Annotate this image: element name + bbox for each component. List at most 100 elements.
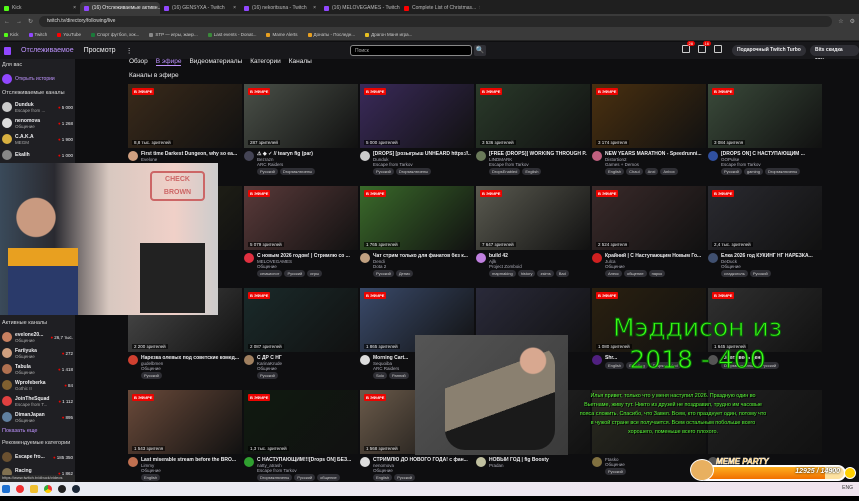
close-tab-icon[interactable]: × xyxy=(479,5,480,11)
channel-avatar[interactable] xyxy=(476,151,486,161)
category-link[interactable]: Общение xyxy=(373,468,471,473)
channel-avatar[interactable] xyxy=(360,151,370,161)
tag-pill[interactable]: English xyxy=(605,168,625,175)
channel-avatar[interactable] xyxy=(244,253,254,263)
stream-thumbnail[interactable]: В ЭФИРЕ 1 765 зрителей xyxy=(360,186,474,250)
browser-tab[interactable]: Complete List of Christmas...× xyxy=(400,2,480,14)
steam-icon[interactable] xyxy=(72,485,80,493)
tag-pill[interactable]: history xyxy=(517,270,536,277)
extensions-icon[interactable]: ⚙ xyxy=(850,18,855,25)
browser-tab[interactable]: Kick × xyxy=(0,2,80,14)
tag-pill[interactable]: игры xyxy=(307,270,323,277)
category-link[interactable]: Dota 2 xyxy=(373,264,471,269)
tag-pill[interactable]: Русский xyxy=(605,468,626,475)
stream-title[interactable]: Чат стрим только для фанатов без к... xyxy=(373,253,471,259)
sidebar-channel[interactable]: DimanJapanОбщение 895 xyxy=(0,409,75,425)
tab-4[interactable]: Каналы xyxy=(289,58,312,66)
tag-pill[interactable]: Русский xyxy=(394,474,415,481)
category-link[interactable]: Games + Demos xyxy=(605,162,703,167)
tag-pill[interactable]: Русский xyxy=(721,168,742,175)
sidebar-channel[interactable]: Ekalih 1 000 xyxy=(0,147,75,163)
sidebar-channel[interactable]: FariiyukaОбщение 272 xyxy=(0,345,75,361)
channel-avatar[interactable] xyxy=(708,151,718,161)
category-link[interactable]: Escape from Tarkov xyxy=(489,162,587,167)
channel-avatar[interactable] xyxy=(244,355,254,365)
sidebar-channel[interactable]: C.A.K.AMEGM 1 900 xyxy=(0,131,75,147)
category-link[interactable]: Escape from Tarkov xyxy=(257,468,355,473)
stream-thumbnail[interactable]: В ЭФИРЕ 5 000 зрителей xyxy=(360,84,474,148)
stream-card[interactable]: В ЭФИРЕ 3 084 зрителя [DROPS ON] С НАСТУПА… xyxy=(708,84,822,186)
back-icon[interactable]: ← xyxy=(4,19,10,25)
stream-thumbnail[interactable]: В ЭФИРЕ 5 079 зрителей xyxy=(244,186,358,250)
search-input[interactable]: Поиск xyxy=(350,45,472,56)
channel-avatar[interactable] xyxy=(360,457,370,467)
stream-thumbnail[interactable]: В ЭФИРЕ 3 084 зрителя xyxy=(708,84,822,148)
stream-thumbnail[interactable]: В ЭФИРЕ 1,3 тыс. зрителей xyxy=(244,390,358,454)
notifications-icon[interactable]: 28 xyxy=(682,41,695,53)
nav-following[interactable]: Отслеживаемое xyxy=(21,47,74,54)
stream-card[interactable]: В ЭФИРЕ 3 174 зрителя NEW YEARS MARATHON -… xyxy=(592,84,706,186)
channel-avatar[interactable] xyxy=(360,253,370,263)
bookmark-item[interactable]: Twitch xyxy=(28,32,47,37)
chrome-icon[interactable] xyxy=(44,485,52,493)
stream-thumbnail[interactable]: В ЭФИРЕ 8,8 тыс. зрителей xyxy=(128,84,242,148)
tag-pill[interactable]: Русский xyxy=(141,372,162,379)
turbo-gift-button[interactable]: Подарочный Twitch Turbo xyxy=(732,45,806,56)
channel-avatar[interactable] xyxy=(128,457,138,467)
sidebar-channel[interactable]: Escape fro... 185 350 xyxy=(0,449,75,465)
browser-tab[interactable]: (16) nekoritsuna - Twitch × xyxy=(240,2,320,14)
tag-pill[interactable]: Русский xyxy=(257,372,278,379)
tag-pill[interactable]: Русский xyxy=(294,474,316,481)
channel-avatar[interactable] xyxy=(592,457,602,467)
tag-pill[interactable]: нарко xyxy=(648,270,666,277)
sidebar-channel[interactable]: TabulaОбщение 1 418 xyxy=(0,361,75,377)
stream-title[interactable]: Крайний | С Наступающим Новым Го... xyxy=(605,253,703,259)
stream-thumbnail[interactable]: В ЭФИРЕ 3 536 зрителей xyxy=(476,84,590,148)
sidebar-channel[interactable]: DundukEscape from ... 5 000 xyxy=(0,99,75,115)
more-icon[interactable]: ⋮ xyxy=(126,47,133,55)
channel-avatar[interactable] xyxy=(476,457,486,467)
tag-pill[interactable]: семьиспот xyxy=(257,270,283,277)
category-link[interactable]: Общение xyxy=(141,468,239,473)
tag-pill[interactable]: Anxi xyxy=(644,168,659,175)
channel-avatar[interactable] xyxy=(476,253,486,263)
tab-3[interactable]: Категории xyxy=(250,58,281,66)
tag-pill[interactable]: Анекс xyxy=(605,270,622,277)
stream-thumbnail[interactable]: В ЭФИРЕ 2 087 зрителей xyxy=(244,288,358,352)
stories-button[interactable]: Открыть истории xyxy=(0,71,75,87)
bookmark-star-icon[interactable]: ☆ xyxy=(838,18,843,25)
bits-button[interactable]: Bits скидка 20% xyxy=(810,45,859,64)
category-link[interactable]: Общение xyxy=(257,264,355,269)
tag-pill[interactable]: Русский xyxy=(749,270,771,277)
tag-pill[interactable]: Денис xyxy=(395,270,414,277)
stream-title[interactable]: Last miserable stream before the BRO... xyxy=(141,457,239,463)
category-link[interactable]: Escape from Tarkov xyxy=(721,162,819,167)
bookmark-item[interactable]: Драгон Маня игра... xyxy=(365,32,412,37)
stream-thumbnail[interactable]: В ЭФИРЕ 2,4 тыс. зрителей xyxy=(708,186,822,250)
tag-pill[interactable]: Dropsвключены xyxy=(257,474,293,481)
bookmark-item[interactable]: YouTube xyxy=(57,32,81,37)
show-more-link[interactable]: Показать еще xyxy=(0,425,75,437)
bookmark-item[interactable]: Kick xyxy=(4,32,19,37)
sidebar-channel[interactable]: evelone20...Общение 26,7 тыс. xyxy=(0,329,75,345)
tab-2[interactable]: Видеоматериалы xyxy=(189,58,242,66)
start-icon[interactable] xyxy=(2,485,10,493)
channel-avatar[interactable] xyxy=(128,151,138,161)
tag-pill[interactable]: сладкоголь xyxy=(721,270,748,277)
browser-tab[interactable]: (16) Отслеживаемые активн...× xyxy=(80,2,160,14)
stream-card[interactable]: В ЭФИРЕ 5 079 зрителей С новым 2026 годом!… xyxy=(244,186,358,288)
tag-pill[interactable]: общение xyxy=(623,270,647,277)
stream-thumbnail[interactable]: В ЭФИРЕ 2 524 зрителя xyxy=(592,186,706,250)
browser-tab[interactable]: (16) MELOVEGAMES - Twitch× xyxy=(320,2,400,14)
stream-card[interactable]: В ЭФИРЕ 1,3 тыс. зрителей С НАСТУПАЮЩИМ!!!… xyxy=(244,390,358,492)
browser-tab[interactable]: (16) GENSYXA - Twitch × xyxy=(160,2,240,14)
twitch-logo[interactable] xyxy=(4,46,11,55)
sidebar-channel[interactable]: WprofeberkaGothic II 84 xyxy=(0,377,75,393)
bookmark-item[interactable]: Донаты - Последн... xyxy=(307,32,355,37)
stream-thumbnail[interactable]: В ЭФИРЕ 1 543 зрителя xyxy=(128,390,242,454)
tag-pill[interactable]: DropsEnabled xyxy=(489,168,521,175)
tag-pill[interactable]: Dropsвключены xyxy=(764,168,801,175)
channel-name[interactable]: Evelone xyxy=(141,157,239,162)
sidebar-channel[interactable]: nenomovaОбщение 1 268 xyxy=(0,115,75,131)
tab-1[interactable]: В эфире xyxy=(155,58,182,66)
